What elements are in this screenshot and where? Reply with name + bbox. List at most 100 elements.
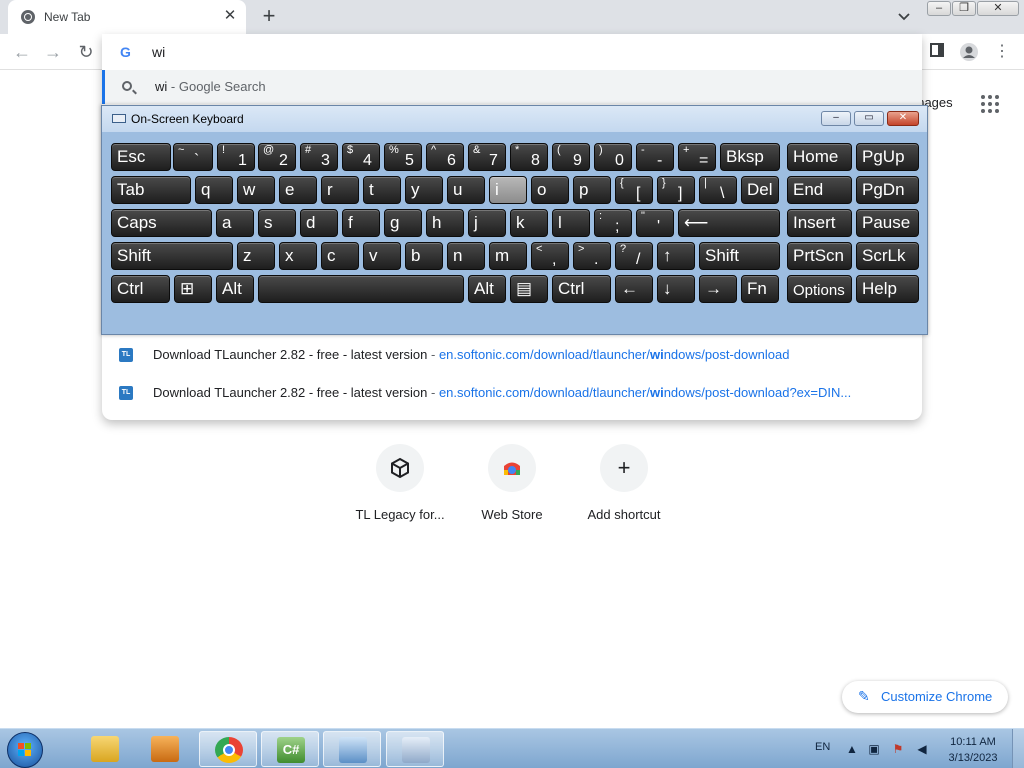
key[interactable]: o	[531, 176, 569, 204]
key[interactable]: Shift	[111, 242, 233, 270]
key[interactable]: j	[468, 209, 506, 237]
key[interactable]: y	[405, 176, 443, 204]
shortcut-tl-legacy[interactable]: TL Legacy for...	[345, 444, 455, 534]
key[interactable]: Alt	[216, 275, 254, 303]
key[interactable]: g	[384, 209, 422, 237]
taskbar-csharp[interactable]: C#	[261, 731, 319, 767]
side-panel-icon[interactable]	[927, 42, 947, 62]
key[interactable]: Alt	[468, 275, 506, 303]
key[interactable]: % 5	[384, 143, 422, 171]
key[interactable]: PgUp	[856, 143, 919, 171]
key[interactable]: r	[321, 176, 359, 204]
key[interactable]: Insert	[787, 209, 852, 237]
key[interactable]: | \	[699, 176, 737, 204]
key[interactable]: ←	[615, 275, 653, 303]
taskbar-control-panel[interactable]	[323, 731, 381, 767]
key[interactable]: {[	[615, 176, 653, 204]
key[interactable]: Ctrl	[111, 275, 170, 303]
key[interactable]: :;	[594, 209, 632, 237]
key[interactable]: →	[699, 275, 737, 303]
key[interactable]: ▤	[510, 275, 548, 303]
show-desktop-button[interactable]	[1012, 729, 1024, 768]
close-window-button[interactable]: ✕	[977, 1, 1019, 16]
key[interactable]	[258, 275, 464, 303]
key[interactable]: l	[552, 209, 590, 237]
key[interactable]: t	[363, 176, 401, 204]
taskbar-media-player[interactable]	[136, 731, 194, 767]
forward-icon[interactable]: →	[43, 42, 63, 62]
key[interactable]: PrtScn	[787, 242, 852, 270]
key[interactable]: c	[321, 242, 359, 270]
key[interactable]: Fn	[741, 275, 779, 303]
key[interactable]: @2	[258, 143, 296, 171]
key[interactable]: Tab	[111, 176, 191, 204]
key[interactable]: d	[300, 209, 338, 237]
suggestion-result[interactable]: TL Download TLauncher 2.82 - free - late…	[102, 375, 922, 411]
key[interactable]: Home	[787, 143, 852, 171]
apps-grid-icon[interactable]	[981, 95, 999, 113]
minimize-button[interactable]: –	[927, 1, 951, 16]
osk-close-button[interactable]: ✕	[887, 111, 919, 126]
osk-minimize-button[interactable]: –	[821, 111, 851, 126]
key[interactable]: End	[787, 176, 852, 204]
customize-chrome-button[interactable]: ✎ Customize Chrome	[842, 681, 1008, 713]
key[interactable]: ScrLk	[856, 242, 919, 270]
key[interactable]: ) 0	[594, 143, 632, 171]
key[interactable]: <,	[531, 242, 569, 270]
key[interactable]: Caps	[111, 209, 212, 237]
key[interactable]: w	[237, 176, 275, 204]
key[interactable]: v	[363, 242, 401, 270]
key[interactable]: m	[489, 242, 527, 270]
key[interactable]: k	[510, 209, 548, 237]
key[interactable]: s	[258, 209, 296, 237]
key[interactable]: q	[195, 176, 233, 204]
key[interactable]: ^ 6	[426, 143, 464, 171]
clock[interactable]: 10:11 AM 3/13/2023	[940, 734, 1006, 766]
key[interactable]: p	[573, 176, 611, 204]
action-center-icon[interactable]: ⚑	[891, 742, 905, 756]
key[interactable]: i	[489, 176, 527, 204]
osk-restore-button[interactable]: ▭	[854, 111, 884, 126]
show-hidden-icons[interactable]: ▲	[845, 742, 859, 756]
key[interactable]: u	[447, 176, 485, 204]
key[interactable]: z	[237, 242, 275, 270]
key[interactable]: Shift	[699, 242, 780, 270]
key[interactable]: ↑	[657, 242, 695, 270]
key[interactable]: }]	[657, 176, 695, 204]
key[interactable]: e	[279, 176, 317, 204]
key[interactable]: & 7	[468, 143, 506, 171]
taskbar-osk[interactable]	[386, 731, 444, 767]
taskbar-explorer[interactable]	[76, 731, 134, 767]
key[interactable]: Bksp	[720, 143, 780, 171]
suggestion-search[interactable]: wi - Google Search	[102, 70, 922, 104]
key[interactable]: Ctrl	[552, 275, 611, 303]
key[interactable]: " '	[636, 209, 674, 237]
language-indicator[interactable]: EN	[815, 741, 830, 753]
key[interactable]: a	[216, 209, 254, 237]
key[interactable]: n	[447, 242, 485, 270]
key[interactable]: ~ `	[173, 143, 213, 171]
key[interactable]: x	[279, 242, 317, 270]
tab-new-tab[interactable]: New Tab ✕	[8, 0, 246, 34]
omnibox-input[interactable]: wi	[152, 44, 165, 60]
new-tab-button[interactable]: +	[258, 5, 280, 28]
osk-titlebar[interactable]: On-Screen Keyboard – ▭ ✕	[102, 106, 927, 132]
tab-search-icon[interactable]	[896, 10, 912, 24]
key[interactable]: b	[405, 242, 443, 270]
shortcut-web-store[interactable]: Web Store	[457, 444, 567, 534]
key[interactable]: ⟵	[678, 209, 780, 237]
key[interactable]: --	[636, 143, 674, 171]
omnibox-input-row[interactable]: G wi	[102, 34, 922, 70]
key[interactable]: (9	[552, 143, 590, 171]
key[interactable]: ? /	[615, 242, 653, 270]
key[interactable]: Options	[787, 275, 852, 303]
key[interactable]: + =	[678, 143, 716, 171]
close-tab-icon[interactable]: ✕	[222, 8, 238, 24]
key[interactable]: ! 1	[217, 143, 255, 171]
key[interactable]: $4	[342, 143, 380, 171]
key[interactable]: h	[426, 209, 464, 237]
network-icon[interactable]: ▣	[867, 742, 881, 756]
key[interactable]: Pause	[856, 209, 919, 237]
volume-icon[interactable]: ◀	[915, 742, 929, 756]
reload-icon[interactable]: ↻	[76, 42, 96, 62]
